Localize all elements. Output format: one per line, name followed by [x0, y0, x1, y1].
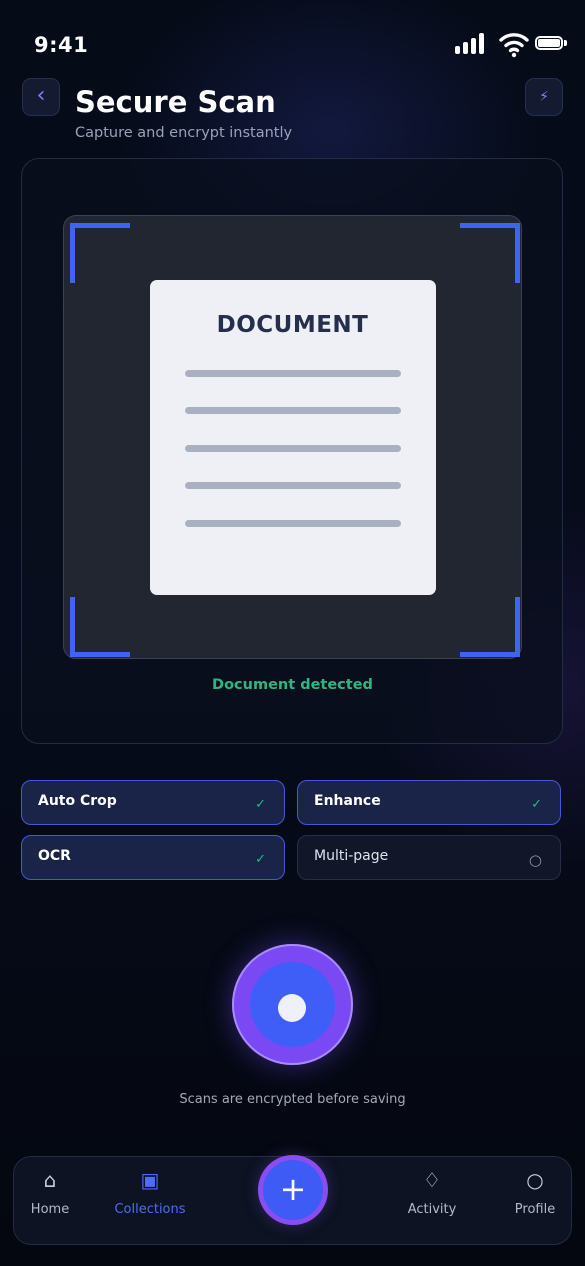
option-label: Multi-page [314, 847, 389, 864]
lightning-icon: ⚡ [539, 89, 549, 105]
option-label: OCR [38, 847, 71, 864]
empty-circle-icon: ○ [528, 850, 542, 869]
nav-collections[interactable]: ▣ Collections [95, 1166, 205, 1217]
document-line [185, 445, 401, 452]
frame-corner-bottom-left [70, 597, 130, 657]
document-line [185, 370, 401, 377]
frame-corner-top-left [70, 223, 130, 283]
detection-status: Document detected [212, 677, 373, 693]
capture-button[interactable] [232, 944, 353, 1065]
nav-label: Activity [407, 1202, 457, 1217]
chevron-left-icon: ‹ [36, 82, 46, 108]
option-label: Auto Crop [38, 792, 117, 809]
nav-label: Home [30, 1202, 70, 1217]
frame-corner-bottom-right [460, 597, 520, 657]
frame-corner-top-right [460, 223, 520, 283]
battery-icon [535, 36, 567, 52]
profile-icon: ○ [526, 1168, 544, 1192]
nav-profile[interactable]: ○ Profile [480, 1166, 585, 1217]
status-time: 9:41 [34, 33, 89, 57]
back-button[interactable]: ‹ [22, 78, 60, 116]
activity-icon: ♢ [423, 1168, 441, 1192]
document-line [185, 520, 401, 527]
page-title: Secure Scan [75, 85, 276, 119]
document-line [185, 482, 401, 489]
option-ocr[interactable]: OCR ✓ [21, 835, 285, 880]
home-icon: ⌂ [43, 1168, 57, 1192]
nav-activity[interactable]: ♢ Activity [377, 1166, 487, 1217]
check-icon: ✓ [531, 797, 542, 812]
wifi-icon [499, 33, 529, 58]
option-label: Enhance [314, 792, 381, 809]
add-button[interactable]: + [263, 1160, 323, 1220]
plus-icon: + [279, 1169, 307, 1208]
nav-label: Profile [514, 1202, 556, 1217]
collections-icon: ▣ [140, 1168, 160, 1192]
capture-dot-icon [278, 994, 306, 1022]
nav-home[interactable]: ⌂ Home [0, 1166, 105, 1217]
encryption-note: Scans are encrypted before saving [179, 1092, 406, 1107]
signal-icon [455, 32, 489, 54]
flash-button[interactable]: ⚡ [525, 78, 563, 116]
option-multi-page[interactable]: Multi-page ○ [297, 835, 561, 880]
check-icon: ✓ [255, 852, 266, 867]
page-subtitle: Capture and encrypt instantly [75, 125, 293, 141]
nav-label: Collections [114, 1202, 186, 1217]
scan-screen: 9:41 ‹ Secure Scan Capture and encrypt i… [0, 0, 585, 1266]
document-title: DOCUMENT [216, 312, 369, 338]
check-icon: ✓ [255, 797, 266, 812]
document-line [185, 407, 401, 414]
option-enhance[interactable]: Enhance ✓ [297, 780, 561, 825]
option-auto-crop[interactable]: Auto Crop ✓ [21, 780, 285, 825]
